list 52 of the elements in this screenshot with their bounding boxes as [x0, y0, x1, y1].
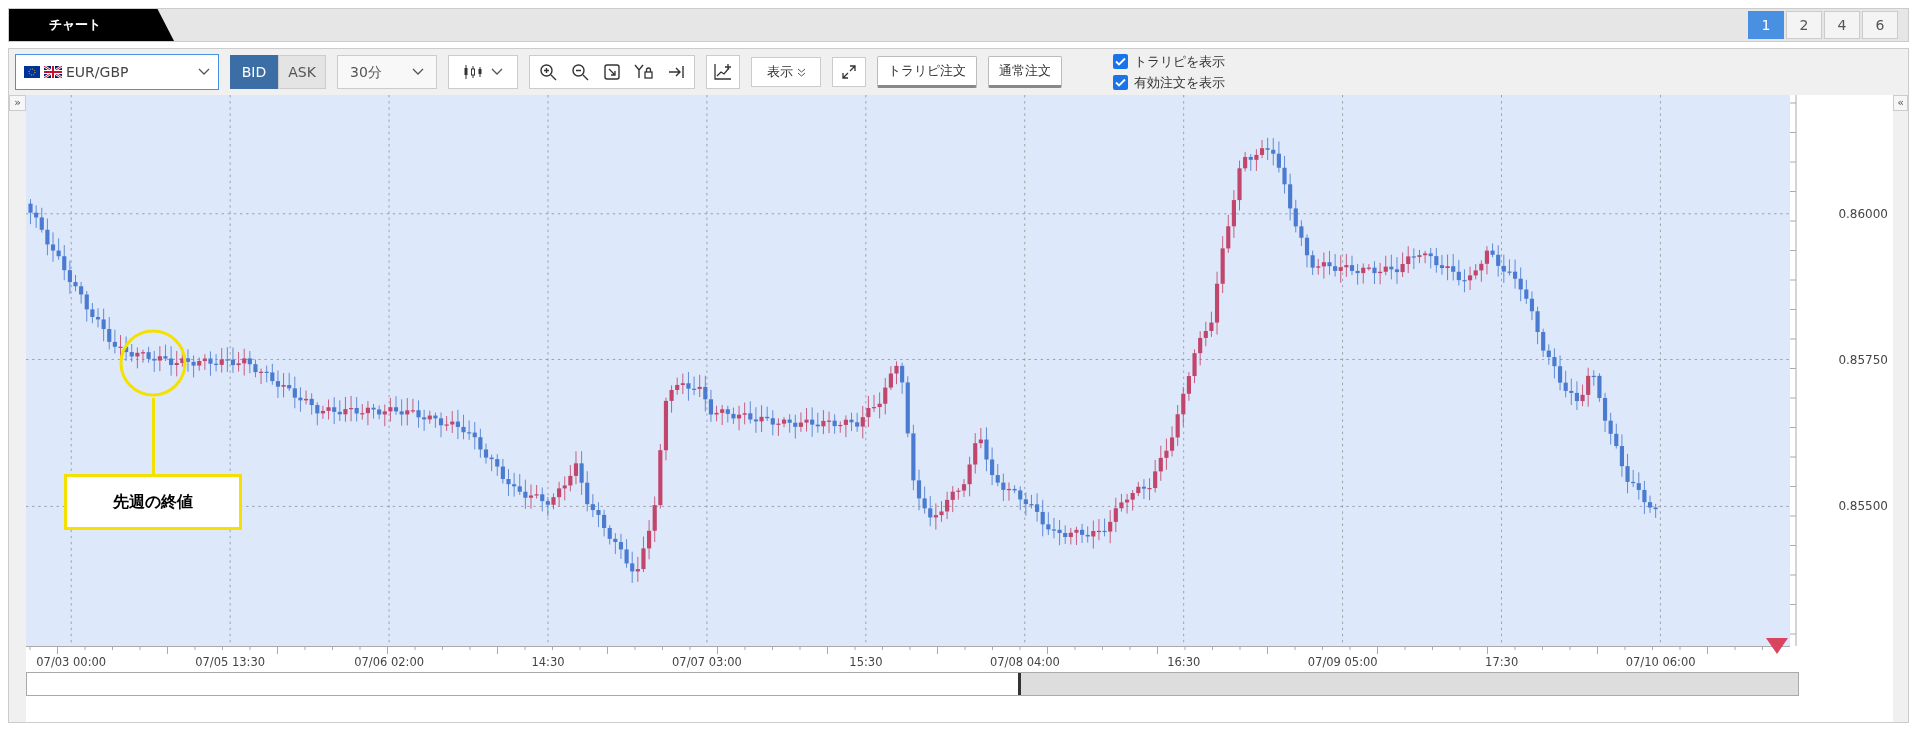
add-indicator-button[interactable]	[706, 55, 740, 89]
highlight-circle	[118, 328, 188, 398]
expand-right-toggle[interactable]: «	[1893, 95, 1908, 111]
checkbox-label: 有効注文を表示	[1134, 74, 1225, 92]
chevron-down-icon	[198, 68, 210, 76]
time-label: 14:30	[531, 655, 565, 669]
fullscreen-button[interactable]	[832, 57, 866, 87]
time-label: 17:30	[1485, 655, 1519, 669]
pair-label: EUR/GBP	[66, 62, 129, 82]
fit-icon[interactable]	[603, 63, 621, 81]
flag-icon	[24, 66, 40, 78]
zoom-out-icon[interactable]	[571, 63, 589, 81]
layout-button[interactable]: 4	[1824, 11, 1860, 39]
time-label: 07/10 06:00	[1625, 655, 1696, 669]
jump-to-end-icon[interactable]	[667, 63, 685, 81]
chevron-down-icon	[491, 68, 503, 76]
price-side-toggle[interactable]: ASK	[278, 55, 326, 89]
time-label: 15:30	[849, 655, 883, 669]
chart-tab[interactable]: チャート	[9, 9, 174, 41]
double-chevron-down-icon	[796, 67, 806, 77]
time-label: 07/07 03:00	[672, 655, 742, 669]
time-label: 07/09 05:00	[1307, 655, 1378, 669]
currency-pair-select[interactable]: EUR/GBP	[15, 54, 219, 90]
price-label: 0.86000	[1838, 207, 1888, 221]
candlestick-icon	[463, 64, 483, 80]
checkbox-label: トラリピを表示	[1134, 52, 1225, 71]
order-button[interactable]: 通常注文	[988, 56, 1062, 88]
callout-label: 先週の終値	[64, 474, 242, 530]
interval-select[interactable]: 30分	[337, 55, 437, 89]
time-label: 16:30	[1167, 655, 1201, 669]
chevron-down-icon	[412, 68, 424, 76]
price-side-toggle[interactable]: BID	[230, 55, 278, 89]
order-button[interactable]: トラリピ注文	[877, 56, 977, 88]
checkbox[interactable]	[1113, 75, 1128, 91]
y-lock-icon[interactable]	[634, 63, 654, 81]
flag-icon	[44, 66, 62, 78]
price-label: 0.85750	[1838, 353, 1888, 367]
checkbox[interactable]	[1113, 53, 1128, 69]
time-label: 07/03 00:00	[36, 655, 107, 669]
chart-type-select[interactable]	[448, 55, 518, 89]
time-label: 07/08 04:00	[989, 655, 1060, 669]
price-label: 0.85500	[1838, 499, 1888, 513]
display-dropdown[interactable]: 表示	[751, 57, 821, 87]
zoom-in-icon[interactable]	[539, 63, 557, 81]
expand-left-toggle[interactable]: »	[9, 95, 26, 111]
triangle-marker-icon	[1766, 638, 1788, 654]
layout-button[interactable]: 2	[1786, 11, 1822, 39]
time-label: 07/06 02:00	[354, 655, 425, 669]
time-label: 07/05 13:30	[195, 655, 266, 669]
expand-icon	[841, 64, 857, 80]
chart-plus-icon	[713, 63, 733, 81]
layout-button[interactable]: 6	[1862, 11, 1898, 39]
